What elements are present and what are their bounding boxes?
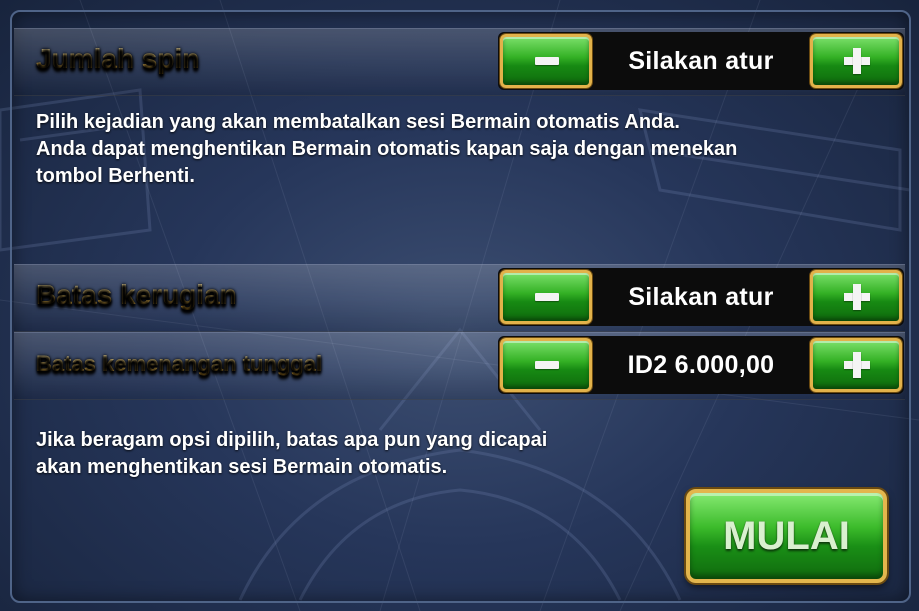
single-win-limit-increase-button[interactable] <box>810 338 902 392</box>
limits-description: Jika beragam opsi dipilih, batas apa pun… <box>36 427 547 481</box>
loss-limit-value: Silakan atur <box>628 283 774 311</box>
limits-description-line-1: Jika beragam opsi dipilih, batas apa pun… <box>36 429 548 451</box>
single-win-limit-row: Batas kemenangan tunggal ID2 6.000,00 <box>14 332 905 400</box>
plus-icon-vertical <box>853 48 861 74</box>
start-button-label: MULAI <box>723 514 850 558</box>
spin-description: Pilih kejadian yang akan membatalkan ses… <box>36 109 737 190</box>
loss-limit-label: Batas kerugian <box>36 279 237 310</box>
loss-limit-row: Batas kerugian Silakan atur <box>14 264 905 332</box>
loss-limit-decrease-button[interactable] <box>500 270 592 324</box>
start-button[interactable]: MULAI <box>686 489 887 583</box>
spin-count-stepper: Silakan atur <box>498 32 904 90</box>
spin-count-label: Jumlah spin <box>36 43 200 74</box>
spin-count-value: Silakan atur <box>628 47 774 75</box>
spin-description-line-2: Anda dapat menghentikan Bermain otomatis… <box>36 138 738 160</box>
loss-limit-increase-button[interactable] <box>810 270 902 324</box>
spin-description-line-1: Pilih kejadian yang akan membatalkan ses… <box>36 111 680 133</box>
minus-icon <box>535 57 559 65</box>
minus-icon <box>535 293 559 301</box>
plus-icon-vertical <box>853 284 861 310</box>
single-win-limit-value: ID2 6.000,00 <box>627 351 775 379</box>
plus-icon-vertical <box>853 352 861 378</box>
minus-icon <box>535 361 559 369</box>
single-win-limit-decrease-button[interactable] <box>500 338 592 392</box>
spin-count-increase-button[interactable] <box>810 34 902 88</box>
single-win-limit-label: Batas kemenangan tunggal <box>36 351 323 376</box>
spin-count-decrease-button[interactable] <box>500 34 592 88</box>
spin-count-row: Jumlah spin Silakan atur <box>14 28 905 96</box>
limits-description-line-2: akan menghentikan sesi Bermain otomatis. <box>36 456 448 478</box>
spin-description-line-3: tombol Berhenti. <box>36 165 195 187</box>
loss-limit-stepper: Silakan atur <box>498 268 904 326</box>
autoplay-settings-panel: Jumlah spin Silakan atur Pilih kejadian … <box>0 0 919 611</box>
single-win-limit-stepper: ID2 6.000,00 <box>498 336 904 394</box>
